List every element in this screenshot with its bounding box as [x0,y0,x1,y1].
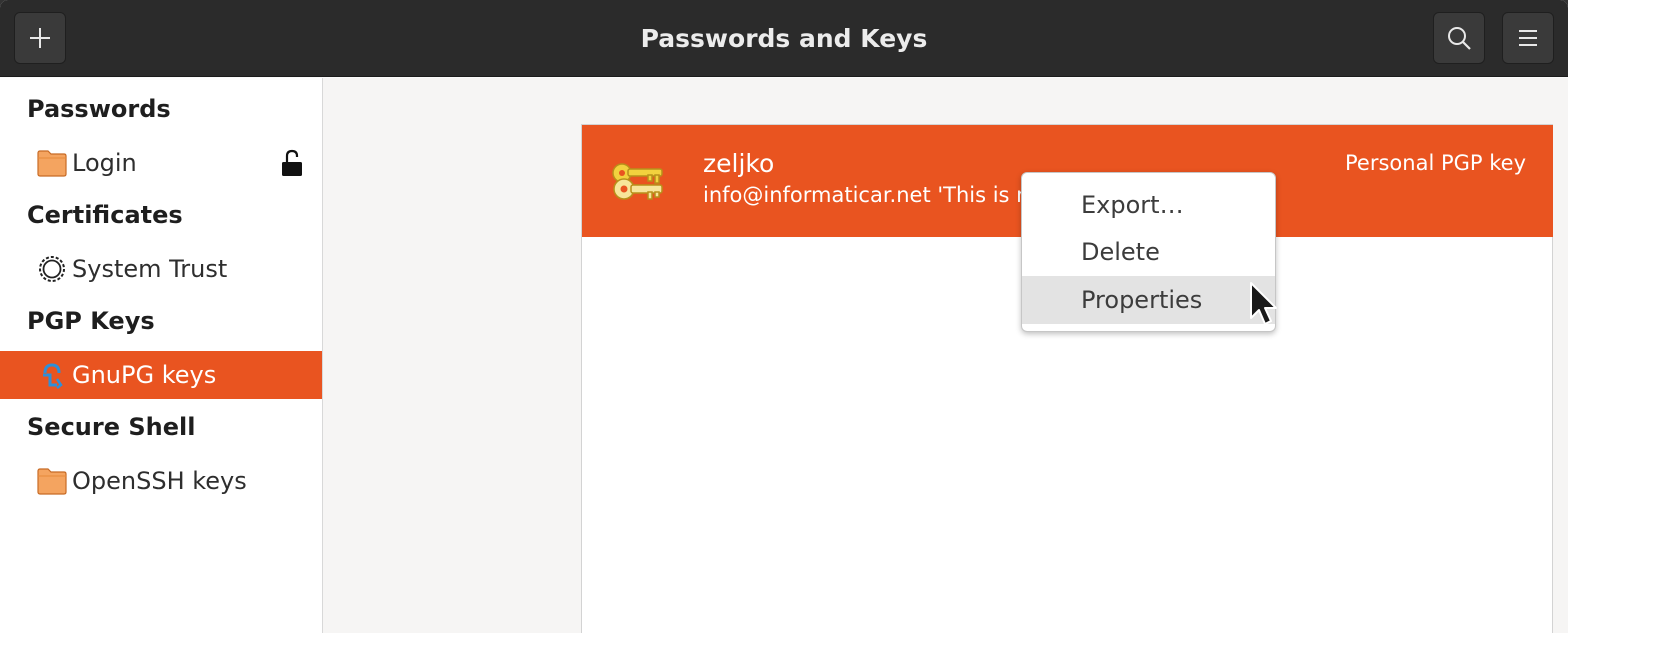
menu-item-export[interactable]: Export… [1022,181,1275,229]
sidebar-item-label: OpenSSH keys [72,467,247,495]
hamburger-menu-icon [1517,28,1539,48]
plus-icon [28,26,52,50]
keys-icon [610,159,666,205]
search-icon [1446,25,1472,51]
folder-icon [37,467,67,495]
mouse-pointer-icon [1247,280,1287,330]
main-menu-button[interactable] [1502,12,1554,64]
section-header-certificates: Certificates [27,201,183,229]
certificate-seal-icon [37,255,67,283]
sidebar-item-label: GnuPG keys [72,361,217,389]
desktop-background [0,633,1568,668]
gnupg-key-icon [37,361,67,389]
section-header-secure-shell: Secure Shell [27,413,196,441]
sidebar-item-system-trust[interactable]: System Trust [0,245,322,293]
sidebar-item-login[interactable]: Login [0,139,322,187]
sidebar-item-label: System Trust [72,255,228,283]
desktop-background [1568,0,1654,668]
sidebar-item-openssh-keys[interactable]: OpenSSH keys [0,457,322,505]
search-button[interactable] [1433,12,1485,64]
section-header-passwords: Passwords [27,95,171,123]
menu-item-properties[interactable]: Properties [1022,276,1275,324]
new-item-button[interactable] [14,12,66,64]
context-menu: Export… Delete Properties [1021,172,1276,332]
unlocked-padlock-icon[interactable] [280,148,304,178]
key-name: zeljko [703,149,775,178]
menu-item-delete[interactable]: Delete [1022,228,1275,276]
headerbar: Passwords and Keys [0,0,1568,77]
sidebar: Passwords Login Certificates System Trus… [0,78,323,633]
key-type: Personal PGP key [1345,151,1526,175]
window-title: Passwords and Keys [640,24,928,53]
sidebar-item-gnupg-keys[interactable]: GnuPG keys [0,351,322,399]
section-header-pgp-keys: PGP Keys [27,307,155,335]
folder-icon [37,149,67,177]
sidebar-item-label: Login [72,149,137,177]
